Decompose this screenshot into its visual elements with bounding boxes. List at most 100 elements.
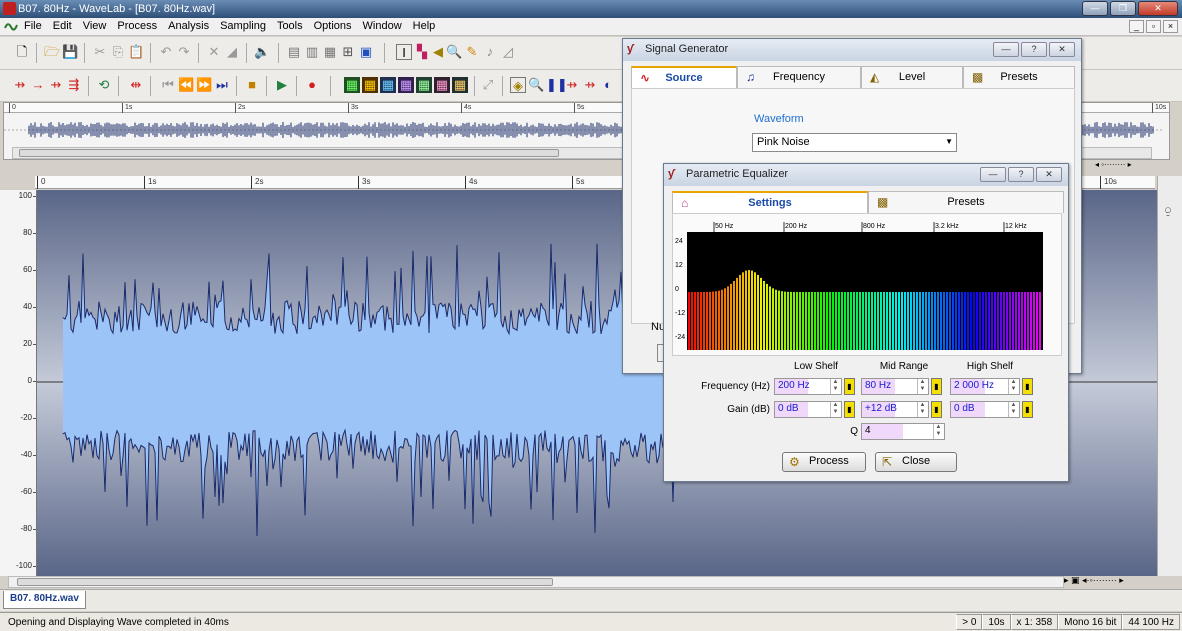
marker-next-icon[interactable]: ⇸ <box>48 77 64 93</box>
open-folder-icon[interactable]: 🗁 <box>44 44 60 60</box>
eq-help-button[interactable]: ? <box>1008 167 1034 182</box>
pencil-color-icon[interactable]: ▚ <box>414 44 430 60</box>
marker-icon[interactable]: → <box>30 77 46 93</box>
q-input[interactable]: 4 ▲ ▼ <box>861 423 945 440</box>
overview-scroll-thumb[interactable] <box>19 149 559 157</box>
delete-icon[interactable]: ✕ <box>206 44 222 60</box>
process-button[interactable]: ⚙ Process <box>782 452 866 472</box>
eq-minimize-button[interactable]: — <box>980 167 1006 182</box>
vertical-zoom-handle-icon[interactable]: ⍜ <box>1165 206 1171 217</box>
redo-icon[interactable]: ↷ <box>176 44 192 60</box>
high-gain-lock-icon[interactable]: ▮ <box>1022 401 1033 418</box>
paste-icon[interactable]: 📋 <box>128 44 144 60</box>
document-tab[interactable]: B07. 80Hz.wav <box>3 591 86 609</box>
menu-view[interactable]: View <box>83 20 107 32</box>
menu-window[interactable]: Window <box>363 20 402 32</box>
low-shelf-lock-icon[interactable]: ▮ <box>844 378 855 395</box>
spin-arrows-icon[interactable]: ▲ ▼ <box>933 424 943 439</box>
menu-help[interactable]: Help <box>413 20 436 32</box>
meter-6-icon[interactable]: ▦ <box>434 77 450 93</box>
meter-7-icon[interactable]: ▦ <box>452 77 468 93</box>
equalizer-curve-display[interactable]: 50 Hz 200 Hz 800 Hz 3.2 kHz 12 kHz 24 12 0 -12 -2… <box>673 214 1063 357</box>
close-button[interactable]: ⇱ Close <box>875 452 957 472</box>
text-cursor-tool-icon[interactable]: I <box>396 44 412 60</box>
mdi-minimize-button[interactable]: _ <box>1129 20 1144 33</box>
monitor-icon[interactable]: ▣ <box>358 44 374 60</box>
high-shelf-lock-icon[interactable]: ▮ <box>1022 378 1033 395</box>
horizontal-zoom-slider[interactable]: ▸ ▣ ◂·◦········ ▸ <box>1064 575 1164 589</box>
tab-presets[interactable]: ▩ Presets <box>963 66 1075 88</box>
search-icon[interactable]: 🔍 <box>528 77 544 93</box>
low-shelf-frequency-input[interactable]: 200 Hz ▲ ▼ <box>774 378 842 395</box>
punch-in-icon[interactable]: ⇸ <box>564 77 580 93</box>
mid-range-gain-input[interactable]: +12 dB ▲ ▼ <box>861 401 929 418</box>
high-shelf-gain-input[interactable]: 0 dB ▲ ▼ <box>950 401 1020 418</box>
trim-icon[interactable]: ◢ <box>224 44 240 60</box>
menu-options[interactable]: Options <box>314 20 352 32</box>
pause-icon[interactable]: ❚❚ <box>546 77 568 93</box>
high-shelf-frequency-input[interactable]: 2 000 Hz ▲ ▼ <box>950 378 1020 395</box>
undo-icon[interactable]: ↶ <box>158 44 174 60</box>
meter-3-icon[interactable]: ▦ <box>380 77 396 93</box>
meter-5-icon[interactable]: ▦ <box>416 77 432 93</box>
spin-arrows-icon[interactable]: ▲ ▼ <box>1008 379 1018 394</box>
dialog-help-button[interactable]: ? <box>1021 42 1047 57</box>
cascade-icon[interactable]: ▦ <box>322 44 338 60</box>
tab-level[interactable]: ◭ Level <box>861 66 963 88</box>
pencil-tool-icon[interactable]: ✎ <box>464 44 480 60</box>
close-window-button[interactable]: ✕ <box>1138 1 1178 16</box>
menu-edit[interactable]: Edit <box>53 20 72 32</box>
marker-start-icon[interactable]: ⇸ <box>12 77 28 93</box>
spin-arrows-icon[interactable]: ▲ ▼ <box>917 379 927 394</box>
tab-settings[interactable]: ⌂ Settings <box>672 191 868 213</box>
split-marker-icon[interactable]: ⇹ <box>128 77 144 93</box>
play-icon[interactable]: ▶ <box>274 77 290 93</box>
main-horizontal-scrollbar[interactable] <box>8 576 1064 588</box>
record-icon[interactable]: ● <box>304 77 320 93</box>
meter-1-icon[interactable]: ▦ <box>344 77 360 93</box>
go-end-icon[interactable]: ⏭ <box>214 77 230 93</box>
window-layout-icon[interactable]: ▤ <box>286 44 302 60</box>
tab-source[interactable]: ∿ Source <box>631 66 737 88</box>
mid-gain-lock-icon[interactable]: ▮ <box>931 401 942 418</box>
scrub-icon[interactable]: ◈ <box>510 77 526 93</box>
maximize-button[interactable]: ❐ <box>1110 1 1136 16</box>
vertical-zoom-panel[interactable]: ⍜ <box>1157 176 1182 576</box>
mid-range-frequency-input[interactable]: 80 Hz ▲ ▼ <box>861 378 929 395</box>
spin-arrows-icon[interactable]: ▲ ▼ <box>830 379 840 394</box>
waveform-select[interactable]: Pink Noise ▼ <box>752 133 957 152</box>
dialog-minimize-button[interactable]: — <box>993 42 1019 57</box>
save-icon[interactable]: 💾 <box>62 44 78 60</box>
rewind-icon[interactable]: ⏪ <box>178 77 194 93</box>
loop-icon[interactable]: ⟲ <box>96 77 112 93</box>
mdi-close-button[interactable]: × <box>1163 20 1178 33</box>
low-gain-lock-icon[interactable]: ▮ <box>844 401 855 418</box>
menu-file[interactable]: File <box>24 20 42 32</box>
low-shelf-gain-input[interactable]: 0 dB ▲ ▼ <box>774 401 842 418</box>
tab-frequency[interactable]: ♫ Frequency <box>737 66 861 88</box>
eq-close-x-button[interactable]: ✕ <box>1036 167 1062 182</box>
stop-icon[interactable]: ■ <box>244 77 260 93</box>
zoom-tool-icon[interactable]: 🔍 <box>446 44 462 60</box>
tile-icon[interactable]: ▥ <box>304 44 320 60</box>
tab-eq-presets[interactable]: ▩ Presets <box>868 191 1064 213</box>
main-scroll-thumb[interactable] <box>17 578 553 586</box>
cut-icon[interactable]: ✂ <box>92 44 108 60</box>
mid-range-lock-icon[interactable]: ▮ <box>931 378 942 395</box>
speaker-icon[interactable]: 🔈 <box>254 44 270 60</box>
play-tool-icon[interactable]: ♪ <box>482 44 498 60</box>
meter-2-icon[interactable]: ▦ <box>362 77 378 93</box>
menu-analysis[interactable]: Analysis <box>168 20 209 32</box>
minimize-button[interactable]: — <box>1082 1 1108 16</box>
overview-zoom-slider[interactable]: ◂ ◦········ ▸ <box>1095 160 1170 172</box>
dialog-close-button[interactable]: ✕ <box>1049 42 1075 57</box>
meter-4-icon[interactable]: ▦ <box>398 77 414 93</box>
workspace-icon[interactable]: ⊞ <box>340 44 356 60</box>
menu-sampling[interactable]: Sampling <box>220 20 266 32</box>
punch-out-icon[interactable]: ⇸ <box>582 77 598 93</box>
snap-icon[interactable]: ⤢ <box>480 77 496 93</box>
speaker-tool-icon[interactable]: ◀ <box>430 44 446 60</box>
spin-arrows-icon[interactable]: ▲ ▼ <box>917 402 927 417</box>
meter-icon[interactable]: ◐ <box>600 77 616 93</box>
copy-icon[interactable]: ⎘ <box>110 44 126 60</box>
